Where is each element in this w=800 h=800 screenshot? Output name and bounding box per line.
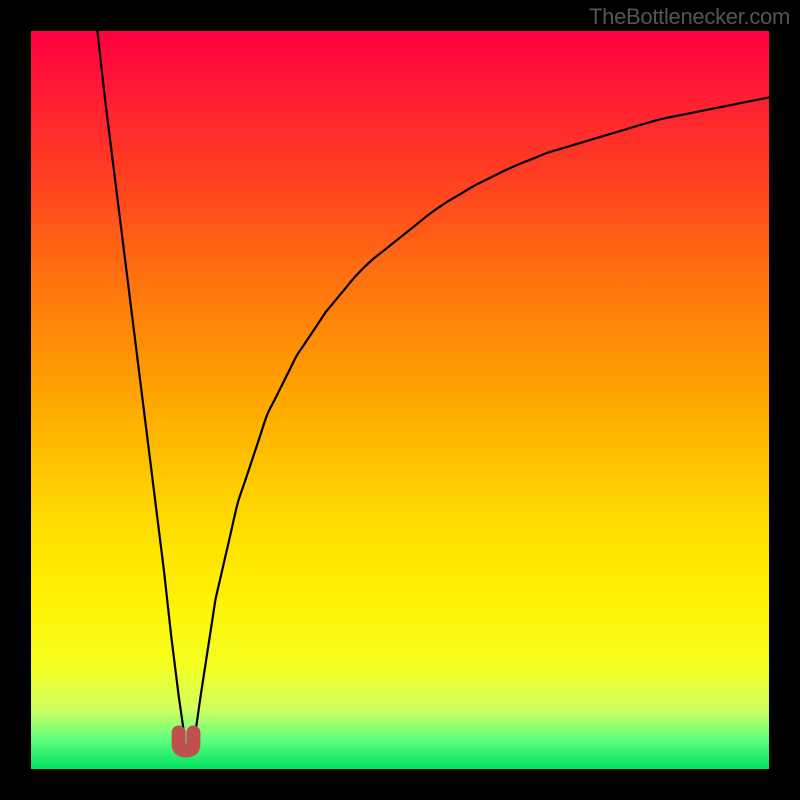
attribution-text: TheBottlenecker.com — [589, 4, 790, 30]
plot-area — [31, 31, 769, 769]
chart-frame: TheBottlenecker.com — [0, 0, 800, 800]
bottleneck-curve — [97, 31, 769, 748]
optimal-region-marker — [179, 733, 194, 751]
curve-layer — [31, 31, 769, 769]
